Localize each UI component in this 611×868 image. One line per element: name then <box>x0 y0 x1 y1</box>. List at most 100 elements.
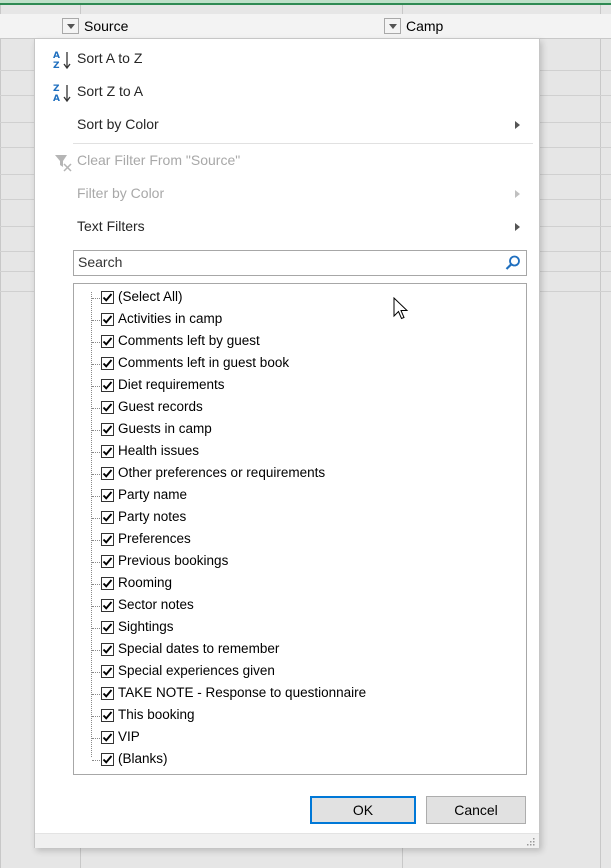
ok-button[interactable]: OK <box>310 796 416 824</box>
filter-value-item[interactable]: This booking <box>74 706 524 728</box>
source-filter-dropdown-button[interactable] <box>62 18 79 34</box>
checkmark-icon <box>102 447 113 456</box>
checkbox[interactable] <box>101 313 114 326</box>
filter-value-item[interactable]: Party name <box>74 486 524 508</box>
filter-value-item[interactable]: Guests in camp <box>74 420 524 442</box>
checkbox[interactable] <box>101 577 114 590</box>
svg-text:A: A <box>53 51 60 61</box>
filter-value-label: Guest records <box>118 399 203 414</box>
filter-value-item[interactable]: Sector notes <box>74 596 524 618</box>
checkbox[interactable] <box>101 709 114 722</box>
sort-by-color-menu-item[interactable]: Sort by Color <box>35 109 539 142</box>
checkbox[interactable] <box>101 335 114 348</box>
checkbox[interactable] <box>101 621 114 634</box>
tree-connector <box>92 364 100 365</box>
sort-by-color-label: Sort by Color <box>77 116 159 132</box>
filter-value-item[interactable]: Special experiences given <box>74 662 524 684</box>
filter-value-item[interactable]: Special dates to remember <box>74 640 524 662</box>
magnifier-icon <box>505 255 520 270</box>
column-header-row: Source Camp <box>0 14 611 39</box>
checkbox[interactable] <box>101 599 114 612</box>
checkbox[interactable] <box>101 445 114 458</box>
checkmark-icon <box>102 711 113 720</box>
checkmark-icon <box>102 601 113 610</box>
checkbox[interactable] <box>101 401 114 414</box>
checkbox[interactable] <box>101 357 114 370</box>
checkbox[interactable] <box>101 379 114 392</box>
filter-value-item[interactable]: Diet requirements <box>74 376 524 398</box>
chevron-right-icon <box>515 190 520 198</box>
checkbox[interactable] <box>101 753 114 766</box>
checkbox[interactable] <box>101 423 114 436</box>
filter-value-item[interactable]: Previous bookings <box>74 552 524 574</box>
filter-value-label: Health issues <box>118 443 200 458</box>
menu-separator <box>73 143 533 144</box>
clear-filter-menu-item[interactable]: Clear Filter From "Source" <box>35 145 539 178</box>
checkmark-icon <box>102 337 113 346</box>
checkmark-icon <box>102 469 113 478</box>
filter-value-item[interactable]: Comments left in guest book <box>74 354 524 376</box>
checkbox[interactable] <box>101 511 114 524</box>
filter-value-label: Party name <box>118 487 188 502</box>
checkbox[interactable] <box>101 665 114 678</box>
filter-value-label: Guests in camp <box>118 421 212 436</box>
checkmark-icon <box>102 381 113 390</box>
sort-descending-icon: Z A <box>53 84 71 104</box>
camp-filter-dropdown-button[interactable] <box>384 18 401 34</box>
sort-z-to-a-menu-item[interactable]: Z A Sort Z to A <box>35 76 539 109</box>
checkmark-icon <box>102 293 113 302</box>
checkmark-icon <box>102 667 113 676</box>
filter-value-item[interactable]: (Blanks) <box>74 750 524 772</box>
checkbox[interactable] <box>101 687 114 700</box>
checkmark-icon <box>102 403 113 412</box>
cancel-button[interactable]: Cancel <box>426 796 526 824</box>
checkmark-icon <box>102 557 113 566</box>
filter-value-item[interactable]: Sightings <box>74 618 524 640</box>
filter-value-label: Rooming <box>118 575 173 590</box>
resize-grip-icon[interactable] <box>527 838 535 846</box>
svg-text:Z: Z <box>53 61 60 71</box>
checkbox[interactable] <box>101 489 114 502</box>
checkmark-icon <box>102 755 113 764</box>
column-divider <box>0 5 1 868</box>
checkmark-icon <box>102 535 113 544</box>
search-input[interactable]: Search <box>73 250 527 276</box>
filter-value-item[interactable]: Health issues <box>74 442 524 464</box>
filter-value-item[interactable]: Activities in camp <box>74 310 524 332</box>
checkbox[interactable] <box>101 643 114 656</box>
filter-value-label: VIP <box>118 729 140 744</box>
filter-values-list[interactable]: (Select All) Activities in camp Comments l… <box>73 283 527 775</box>
filter-value-item[interactable]: TAKE NOTE - Response to questionnaire <box>74 684 524 706</box>
filter-value-label: Comments left by guest <box>118 333 260 348</box>
resize-footer <box>35 833 539 848</box>
filter-value-item[interactable]: Rooming <box>74 574 524 596</box>
tree-connector <box>92 408 100 409</box>
filter-value-item[interactable]: Preferences <box>74 530 524 552</box>
tree-connector <box>92 628 100 629</box>
sort-a-to-z-menu-item[interactable]: A Z Sort A to Z <box>35 43 539 76</box>
clear-filter-icon <box>55 155 72 172</box>
checkbox[interactable] <box>101 467 114 480</box>
checkbox[interactable] <box>101 555 114 568</box>
filter-value-item[interactable]: VIP <box>74 728 524 750</box>
svg-text:A: A <box>53 94 60 104</box>
filter-value-item[interactable]: Other preferences or requirements <box>74 464 524 486</box>
filter-value-label: (Blanks) <box>118 751 168 766</box>
checkbox[interactable] <box>101 291 114 304</box>
chevron-right-icon <box>515 223 520 231</box>
filter-value-item[interactable]: Party notes <box>74 508 524 530</box>
ribbon-edge <box>0 0 611 5</box>
checkbox[interactable] <box>101 731 114 744</box>
filter-value-item[interactable]: (Select All) <box>74 288 524 310</box>
tree-connector <box>92 342 100 343</box>
checkmark-icon <box>102 623 113 632</box>
filter-value-label: Special dates to remember <box>118 641 280 656</box>
checkbox[interactable] <box>101 533 114 546</box>
tree-connector <box>92 562 100 563</box>
text-filters-menu-item[interactable]: Text Filters <box>35 211 539 244</box>
filter-by-color-menu-item[interactable]: Filter by Color <box>35 178 539 211</box>
filter-value-item[interactable]: Guest records <box>74 398 524 420</box>
checkmark-icon <box>102 315 113 324</box>
filter-value-item[interactable]: Comments left by guest <box>74 332 524 354</box>
tree-connector <box>92 584 100 585</box>
